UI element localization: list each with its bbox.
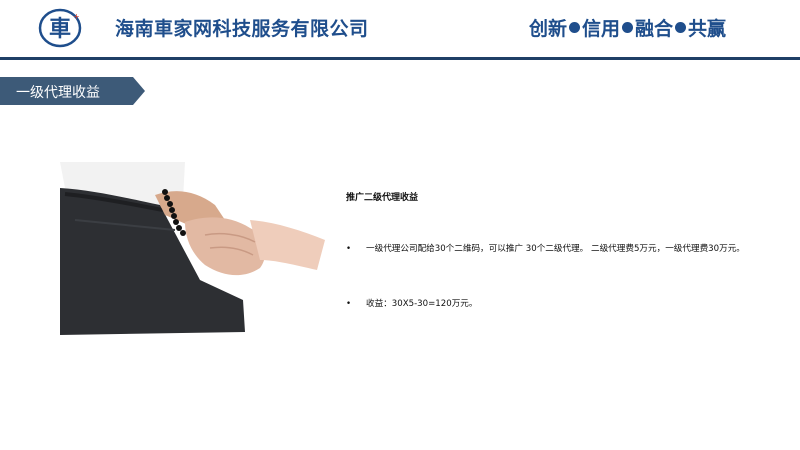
bullet-dot: •	[346, 244, 352, 254]
section-title: 一级代理收益	[16, 85, 100, 101]
slogan-dot	[674, 22, 686, 33]
content-block: 推广二级代理收益 • 一级代理公司配给30个二维码，可以推广 30个二级代理。 二…	[346, 190, 786, 309]
bullet-text: 一级代理公司配给30个二维码，可以推广 30个二级代理。 二级代理费5万元，一级…	[366, 244, 745, 254]
bullet-text: 收益：30X5-30=120万元。	[366, 299, 478, 309]
logo-icon: 車 +	[38, 8, 82, 48]
handshake-photo	[55, 160, 330, 338]
list-item: • 一级代理公司配给30个二维码，可以推广 30个二级代理。 二级代理费5万元，一…	[346, 242, 745, 254]
slogan-word: 共赢	[687, 18, 726, 40]
content-heading: 推广二级代理收益	[346, 193, 419, 203]
slogan-word: 融合	[634, 18, 673, 40]
slogan: 创新 信用 融合 共赢	[529, 14, 726, 41]
slogan-word: 信用	[581, 18, 620, 40]
section-tab: 一级代理收益	[0, 77, 145, 105]
header: 車 + 海南車家网科技服务有限公司 创新 信用 融合 共赢	[0, 0, 800, 58]
list-item: • 收益：30X5-30=120万元。	[346, 297, 478, 309]
logo-text: 車	[49, 17, 71, 42]
slogan-dot	[568, 22, 580, 33]
company-name: 海南車家网科技服务有限公司	[115, 18, 369, 40]
header-divider	[0, 57, 800, 60]
svg-text:+: +	[73, 12, 80, 21]
slogan-word: 创新	[528, 18, 567, 40]
bullet-dot: •	[346, 299, 352, 309]
slogan-dot	[621, 22, 633, 33]
